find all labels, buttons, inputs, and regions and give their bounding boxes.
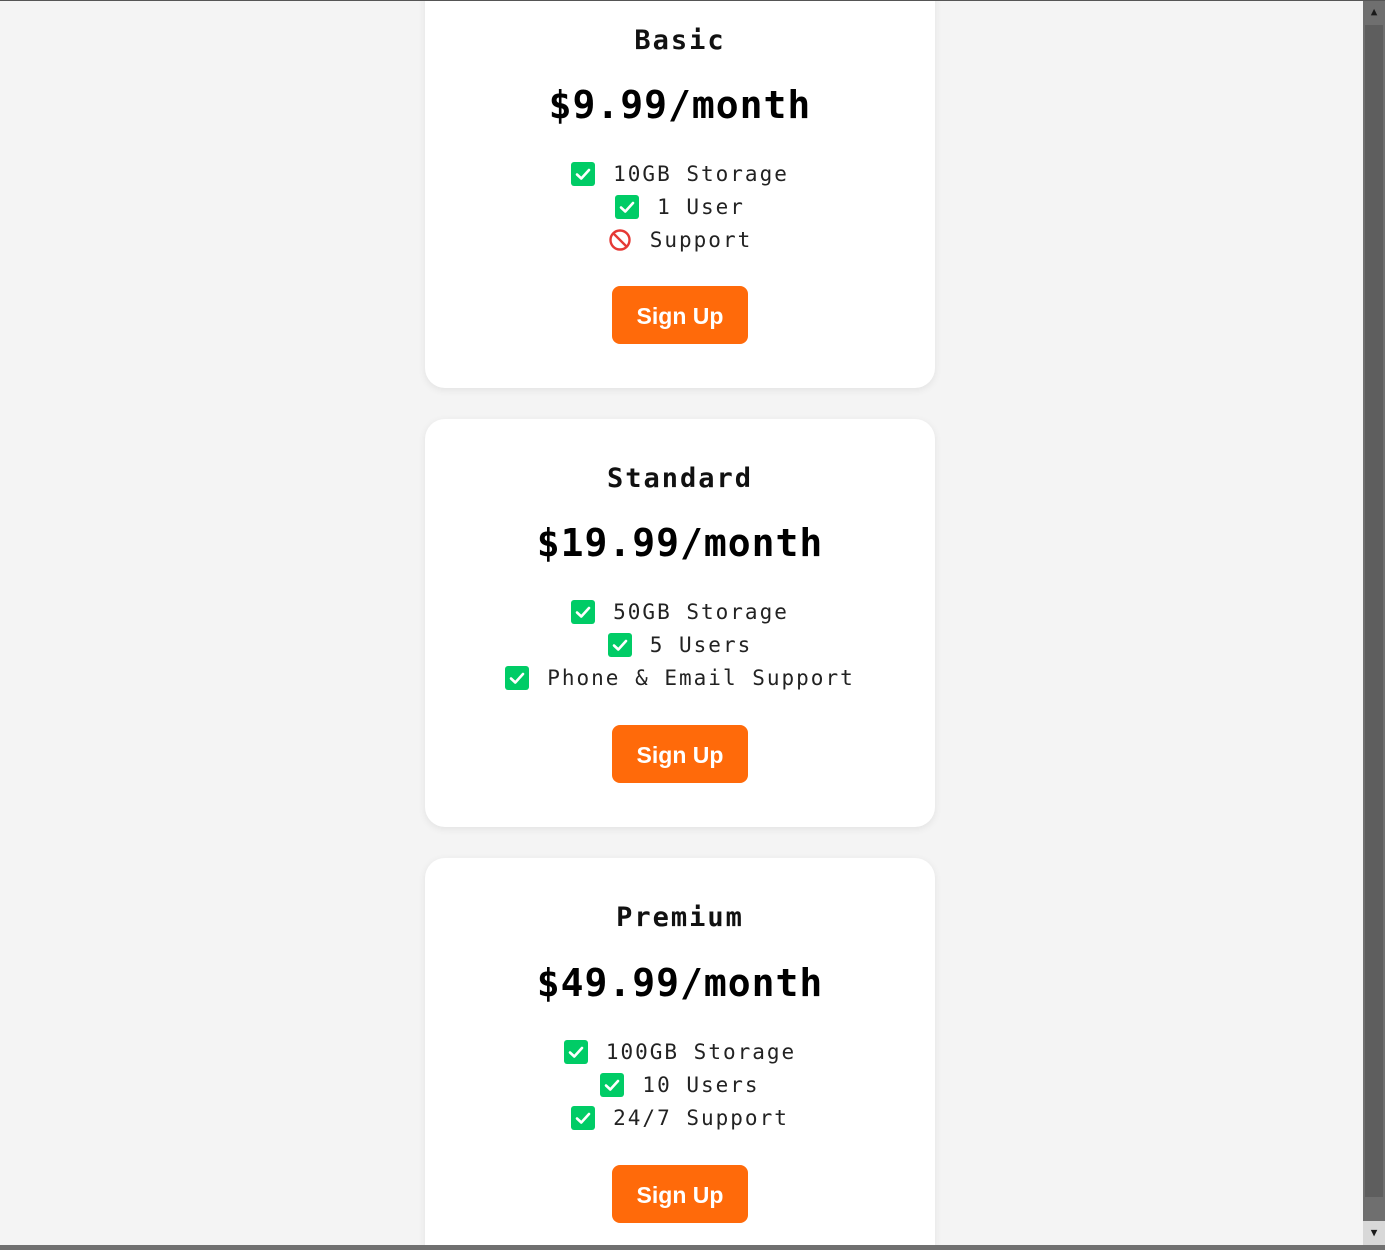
- sign-up-button[interactable]: Sign Up: [612, 286, 748, 344]
- feature-list: 10GB Storage 1 User Support: [425, 158, 935, 257]
- pricing-card-basic: Basic $9.99/month 10GB Storage 1 User Su…: [425, 1, 935, 388]
- feature-text: 5 Users: [649, 633, 753, 657]
- feature-text: Support: [649, 228, 753, 252]
- check-icon: [571, 1106, 596, 1130]
- page-viewport: Basic $9.99/month 10GB Storage 1 User Su…: [0, 1, 1363, 1245]
- plan-name: Basic: [634, 25, 726, 56]
- check-icon: [600, 1073, 625, 1097]
- check-icon: [607, 633, 632, 657]
- feature-item: 50GB Storage: [425, 596, 935, 629]
- feature-item: 1 User: [425, 191, 935, 224]
- feature-item: 10 Users: [425, 1069, 935, 1102]
- feature-list: 50GB Storage 5 Users Phone & Email Suppo…: [425, 596, 935, 695]
- feature-item: 10GB Storage: [425, 158, 935, 191]
- plan-name: Premium: [616, 902, 744, 933]
- prohibited-icon: [609, 229, 631, 251]
- feature-item: 100GB Storage: [425, 1036, 935, 1069]
- check-icon: [615, 195, 640, 219]
- check-icon: [571, 600, 596, 624]
- feature-item: Phone & Email Support: [425, 662, 935, 695]
- check-icon: [563, 1040, 588, 1064]
- feature-text: 100GB Storage: [605, 1040, 797, 1064]
- plan-price: $49.99/month: [536, 961, 824, 1005]
- check-icon: [571, 162, 596, 186]
- plan-name: Standard: [606, 463, 754, 494]
- feature-list: 100GB Storage 10 Users 24/7 Support: [425, 1036, 935, 1135]
- feature-text: 24/7 Support: [613, 1106, 789, 1130]
- vertical-scrollbar[interactable]: ▲ ▼: [1363, 1, 1385, 1245]
- feature-text: 10 Users: [642, 1073, 760, 1097]
- feature-text: 50GB Storage: [613, 600, 789, 624]
- feature-text: 1 User: [657, 195, 745, 219]
- pricing-card-premium: Premium $49.99/month 100GB Storage 10 Us…: [425, 858, 935, 1245]
- feature-text: Phone & Email Support: [547, 666, 855, 690]
- feature-text: 10GB Storage: [613, 162, 789, 186]
- sign-up-button[interactable]: Sign Up: [612, 1165, 748, 1223]
- scrollbar-thumb[interactable]: [1365, 25, 1383, 1197]
- plan-price: $19.99/month: [536, 521, 824, 565]
- sign-up-button[interactable]: Sign Up: [612, 725, 748, 783]
- check-icon: [505, 666, 530, 690]
- scroll-down-arrow-icon[interactable]: ▼: [1363, 1221, 1385, 1245]
- feature-item: 5 Users: [425, 629, 935, 662]
- plan-price: $9.99/month: [548, 83, 812, 127]
- scroll-up-arrow-icon[interactable]: ▲: [1363, 1, 1385, 23]
- feature-item: Support: [425, 224, 935, 257]
- pricing-card-standard: Standard $19.99/month 50GB Storage 5 Use…: [425, 419, 935, 827]
- feature-item: 24/7 Support: [425, 1102, 935, 1135]
- window-bottom-border: [0, 1245, 1385, 1250]
